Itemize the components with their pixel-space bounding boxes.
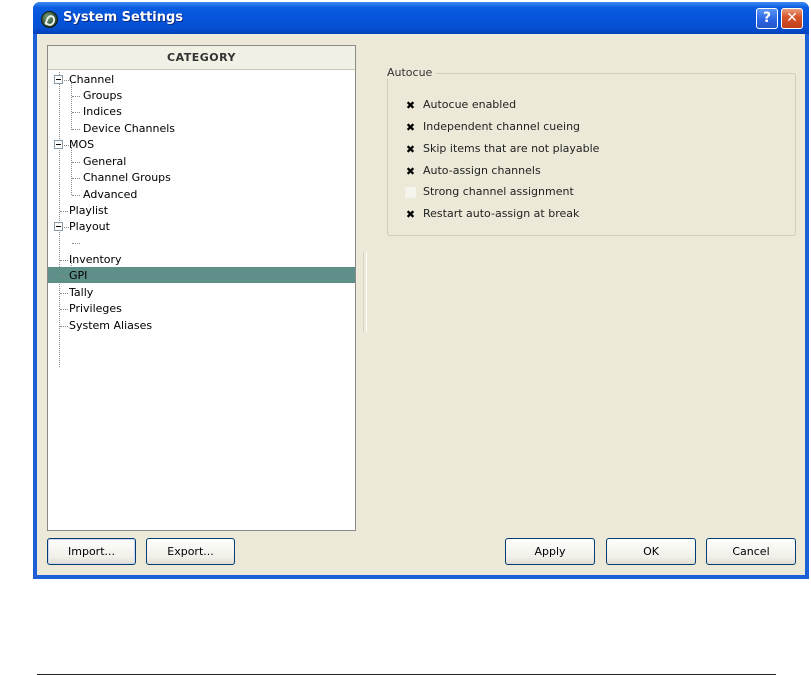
panel-splitter[interactable] — [363, 252, 367, 332]
selected-row-highlight — [48, 267, 355, 283]
checkbox-unchecked-icon[interactable] — [405, 187, 416, 198]
tree-item-label: Device Channels — [83, 122, 176, 135]
tree-item-label: Groups — [83, 89, 123, 102]
tree-item-label: Autocue — [83, 236, 129, 249]
checkbox-checked-icon[interactable]: ✖ — [405, 209, 416, 220]
app-logo-icon — [41, 11, 58, 28]
close-button[interactable]: ✕ — [781, 8, 803, 29]
tree-item-label: MOS — [69, 138, 95, 151]
tree-item-label: Channel Groups — [83, 171, 171, 184]
option-label: Autocue enabled — [423, 98, 517, 111]
tree-item-label: Channel — [69, 73, 115, 86]
dialog-body: CATEGORY Channel Groups Indices Device C… — [37, 34, 805, 575]
export-button[interactable]: Export... — [146, 538, 235, 565]
checkbox-checked-icon[interactable]: ✖ — [405, 166, 416, 177]
option-label: Independent channel cueing — [423, 120, 581, 133]
category-header: CATEGORY — [48, 46, 355, 70]
tree-item-label: General — [83, 155, 127, 168]
checkbox-checked-icon[interactable]: ✖ — [405, 100, 416, 111]
checkbox-checked-icon[interactable]: ✖ — [405, 144, 416, 155]
system-settings-window: System Settings ? ✕ CATEGORY Channel Gro… — [33, 2, 809, 579]
tree-connector — [72, 178, 80, 179]
tree-item-label: Playlist — [69, 204, 109, 217]
apply-button[interactable]: Apply — [505, 538, 595, 565]
tree-connector — [72, 162, 80, 163]
option-label: Restart auto-assign at break — [423, 207, 580, 220]
option-label: Auto-assign channels — [423, 164, 541, 177]
collapse-icon[interactable] — [54, 75, 63, 84]
tree-item-label: Advanced — [83, 188, 138, 201]
tree-item-label: System Aliases — [69, 319, 153, 332]
tree-connector — [60, 260, 68, 261]
tree-item-label: GPI — [69, 269, 88, 282]
tree-item-label: Indices — [83, 105, 122, 118]
tree-connector — [60, 293, 68, 294]
collapse-icon[interactable] — [54, 222, 63, 231]
checkbox-checked-icon[interactable]: ✖ — [405, 122, 416, 133]
category-panel: CATEGORY Channel Groups Indices Device C… — [47, 45, 356, 531]
tree-connector — [60, 276, 68, 277]
window-title: System Settings — [63, 10, 184, 25]
autocue-groupbox-title: Autocue — [383, 66, 437, 79]
tree-connector — [71, 82, 72, 130]
title-bar[interactable]: System Settings ? ✕ — [33, 2, 809, 34]
tree-connector — [59, 72, 60, 367]
tree-connector — [60, 309, 68, 310]
collapse-icon[interactable] — [54, 140, 63, 149]
tree-connector — [72, 112, 80, 113]
tree-connector — [72, 129, 80, 130]
tree-connector — [72, 96, 80, 97]
option-label: Strong channel assignment — [423, 185, 574, 198]
option-label: Skip items that are not playable — [423, 142, 600, 155]
tree-item-label: Tally — [69, 286, 94, 299]
tree-connector — [72, 195, 80, 196]
tree-item-label: Playout — [69, 220, 110, 233]
help-button[interactable]: ? — [756, 8, 778, 29]
ok-button[interactable]: OK — [606, 538, 696, 565]
tree-connector — [72, 243, 80, 244]
import-button[interactable]: Import... — [47, 538, 136, 565]
tree-item-label: Privileges — [69, 302, 122, 315]
tree-item-label: Inventory — [69, 253, 122, 266]
tree-connector — [60, 326, 68, 327]
tree-connector — [71, 147, 72, 195]
tree-connector — [60, 211, 68, 212]
cancel-button[interactable]: Cancel — [706, 538, 796, 565]
